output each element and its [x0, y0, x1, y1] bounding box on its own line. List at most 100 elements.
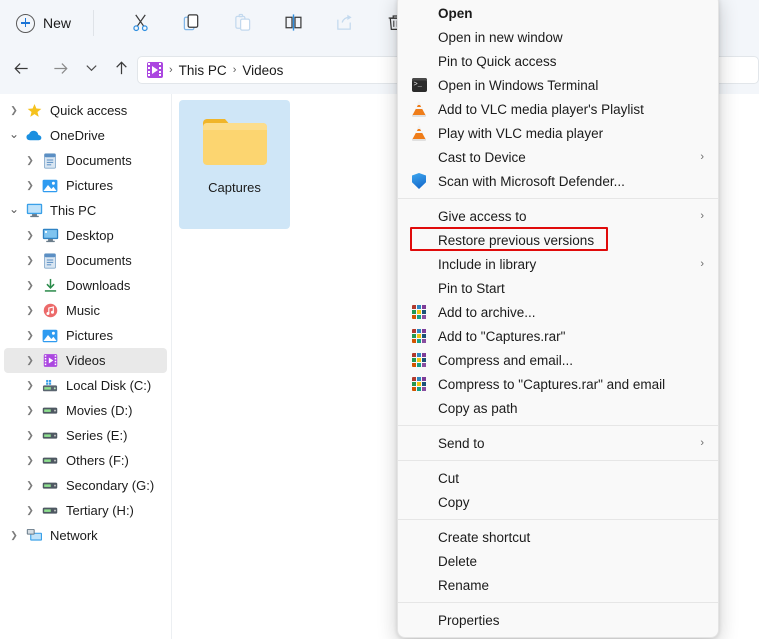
- menu-item-play-with-vlc-media-player[interactable]: Play with VLC media player: [400, 121, 716, 145]
- menu-item-copy[interactable]: Copy: [400, 490, 716, 514]
- sidebar-item-label: Documents: [66, 253, 132, 268]
- sidebar-item-tertiary-h[interactable]: ❯ Tertiary (H:): [4, 498, 167, 523]
- breadcrumb-videos[interactable]: Videos: [242, 63, 283, 78]
- menu-item-add-to-archive[interactable]: Add to archive...: [400, 300, 716, 324]
- chevron-right-icon[interactable]: ❯: [20, 456, 40, 465]
- desktop-icon: [40, 228, 60, 243]
- chevron-right-icon[interactable]: ❯: [4, 531, 24, 540]
- menu-item-label: Copy: [438, 494, 470, 510]
- back-button[interactable]: [6, 54, 36, 84]
- drive-icon: [40, 405, 60, 416]
- chevron-right-icon[interactable]: ❯: [20, 506, 40, 515]
- sidebar-item-series-e[interactable]: ❯ Series (E:): [4, 423, 167, 448]
- sidebar-item-label: Others (F:): [66, 453, 129, 468]
- chevron-right-icon[interactable]: ❯: [20, 156, 40, 165]
- recent-locations-button[interactable]: [76, 54, 106, 84]
- menu-item-copy-as-path[interactable]: Copy as path: [400, 396, 716, 420]
- system-drive-icon: [40, 379, 60, 393]
- sidebar-item-secondary-g[interactable]: ❯ Secondary (G:): [4, 473, 167, 498]
- menu-item-label: Cut: [438, 470, 460, 486]
- menu-item-open-in-windows-terminal[interactable]: Open in Windows Terminal: [400, 73, 716, 97]
- menu-divider: [398, 519, 718, 520]
- menu-item-label: Give access to: [438, 208, 527, 224]
- sidebar-item-movies-d[interactable]: ❯ Movies (D:): [4, 398, 167, 423]
- menu-item-properties[interactable]: Properties: [400, 608, 716, 632]
- menu-item-give-access-to[interactable]: Give access to ›: [400, 204, 716, 228]
- chevron-right-icon[interactable]: ❯: [20, 481, 40, 490]
- sidebar-item-downloads[interactable]: ❯ Downloads: [4, 273, 167, 298]
- chevron-right-icon[interactable]: ❯: [20, 331, 40, 340]
- menu-item-label: Add to "Captures.rar": [438, 328, 566, 344]
- chevron-down-icon[interactable]: ⌄: [4, 203, 24, 215]
- chevron-right-icon[interactable]: ❯: [20, 406, 40, 415]
- menu-item-open[interactable]: Open: [400, 1, 716, 25]
- file-item-captures[interactable]: Captures: [179, 100, 290, 229]
- chevron-right-icon[interactable]: ❯: [20, 431, 40, 440]
- drive-icon: [40, 480, 60, 491]
- chevron-right-icon[interactable]: ❯: [20, 231, 40, 240]
- menu-item-restore-previous-versions[interactable]: Restore previous versions: [400, 227, 716, 252]
- chevron-down-icon[interactable]: ⌄: [4, 128, 24, 140]
- menu-item-scan-with-microsoft-defender[interactable]: Scan with Microsoft Defender...: [400, 169, 716, 193]
- sidebar-item-label: Movies (D:): [66, 403, 133, 418]
- sidebar-item-desktop[interactable]: ❯ Desktop: [4, 223, 167, 248]
- sidebar-item-this-pc[interactable]: ⌄ This PC: [4, 198, 167, 223]
- menu-item-pin-to-start[interactable]: Pin to Start: [400, 276, 716, 300]
- breadcrumb-this-pc[interactable]: This PC: [179, 63, 227, 78]
- sidebar-item-label: Network: [50, 528, 98, 543]
- menu-item-compress-to-captures-rar-and-email[interactable]: Compress to "Captures.rar" and email: [400, 372, 716, 396]
- sidebar-item-pictures[interactable]: ❯ Pictures: [4, 173, 167, 198]
- copy-icon[interactable]: [176, 8, 206, 38]
- videos-icon: [40, 353, 60, 368]
- menu-item-add-to-captures-rar[interactable]: Add to "Captures.rar": [400, 324, 716, 348]
- chevron-right-icon[interactable]: ❯: [20, 281, 40, 290]
- menu-item-label: Open: [438, 5, 473, 21]
- forward-button[interactable]: [45, 54, 75, 84]
- menu-item-cut[interactable]: Cut: [400, 466, 716, 490]
- menu-item-add-to-vlc-media-player-s-playlist[interactable]: Add to VLC media player's Playlist: [400, 97, 716, 121]
- sidebar-item-pictures[interactable]: ❯ Pictures: [4, 323, 167, 348]
- sidebar-item-others-f[interactable]: ❯ Others (F:): [4, 448, 167, 473]
- chevron-right-icon[interactable]: ❯: [20, 181, 40, 190]
- menu-item-rename[interactable]: Rename: [400, 573, 716, 597]
- toolbar-divider: [93, 10, 94, 36]
- sidebar-item-videos[interactable]: ❯ Videos: [4, 348, 167, 373]
- sidebar-item-documents[interactable]: ❯ Documents: [4, 248, 167, 273]
- file-item-label: Captures: [208, 180, 261, 195]
- sidebar-item-music[interactable]: ❯ Music: [4, 298, 167, 323]
- menu-item-label: Restore previous versions: [438, 232, 595, 248]
- sidebar-item-local-disk-c[interactable]: ❯ Local Disk (C:): [4, 373, 167, 398]
- new-button-label: New: [43, 15, 72, 31]
- drive-icon: [40, 455, 60, 466]
- menu-item-label: Cast to Device: [438, 149, 526, 165]
- menu-item-label: Open in Windows Terminal: [438, 77, 599, 93]
- menu-item-label: Rename: [438, 577, 490, 593]
- menu-item-cast-to-device[interactable]: Cast to Device ›: [400, 145, 716, 169]
- menu-item-delete[interactable]: Delete: [400, 549, 716, 573]
- sidebar-item-documents[interactable]: ❯ Documents: [4, 148, 167, 173]
- cut-icon[interactable]: [125, 8, 155, 38]
- menu-item-compress-and-email[interactable]: Compress and email...: [400, 348, 716, 372]
- file-explorer-window: New › This PC › Videos ❯ Quick access ⌄ …: [0, 0, 759, 639]
- menu-item-pin-to-quick-access[interactable]: Pin to Quick access: [400, 49, 716, 73]
- menu-item-send-to[interactable]: Send to ›: [400, 431, 716, 455]
- menu-item-include-in-library[interactable]: Include in library ›: [400, 252, 716, 276]
- new-button[interactable]: New: [10, 7, 83, 39]
- star-icon: [24, 103, 44, 118]
- chevron-right-icon[interactable]: ❯: [4, 106, 24, 115]
- sidebar-item-onedrive[interactable]: ⌄ OneDrive: [4, 123, 167, 148]
- menu-item-create-shortcut[interactable]: Create shortcut: [400, 525, 716, 549]
- chevron-right-icon[interactable]: ❯: [20, 306, 40, 315]
- sidebar-item-network[interactable]: ❯ Network: [4, 523, 167, 548]
- chevron-right-icon[interactable]: ❯: [20, 256, 40, 265]
- up-button[interactable]: [106, 54, 136, 84]
- breadcrumb-separator-1: ›: [232, 64, 237, 76]
- rename-icon[interactable]: [278, 8, 308, 38]
- sidebar-item-quick-access[interactable]: ❯ Quick access: [4, 98, 167, 123]
- menu-item-label: Pin to Start: [438, 280, 505, 296]
- chevron-right-icon[interactable]: ❯: [20, 356, 40, 365]
- chevron-right-icon[interactable]: ❯: [20, 381, 40, 390]
- breadcrumb-separator-0: ›: [169, 64, 173, 76]
- downloads-icon: [40, 278, 60, 293]
- menu-item-open-in-new-window[interactable]: Open in new window: [400, 25, 716, 49]
